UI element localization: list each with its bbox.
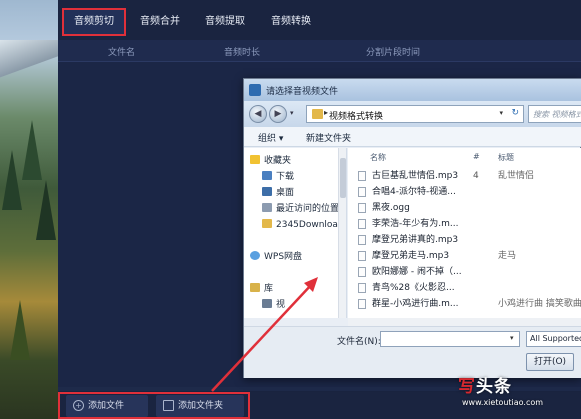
watermark-logo-mark: 写 (458, 377, 476, 397)
watermark: 写头条 www.xietoutiao.com (452, 368, 581, 419)
watermark-logo-text: 头条 (476, 377, 512, 397)
annotation-arrow (211, 277, 318, 392)
watermark-url: www.xietoutiao.com (462, 398, 544, 407)
arrow-shaft (211, 283, 313, 392)
watermark-logo: 写头条 (458, 372, 512, 397)
